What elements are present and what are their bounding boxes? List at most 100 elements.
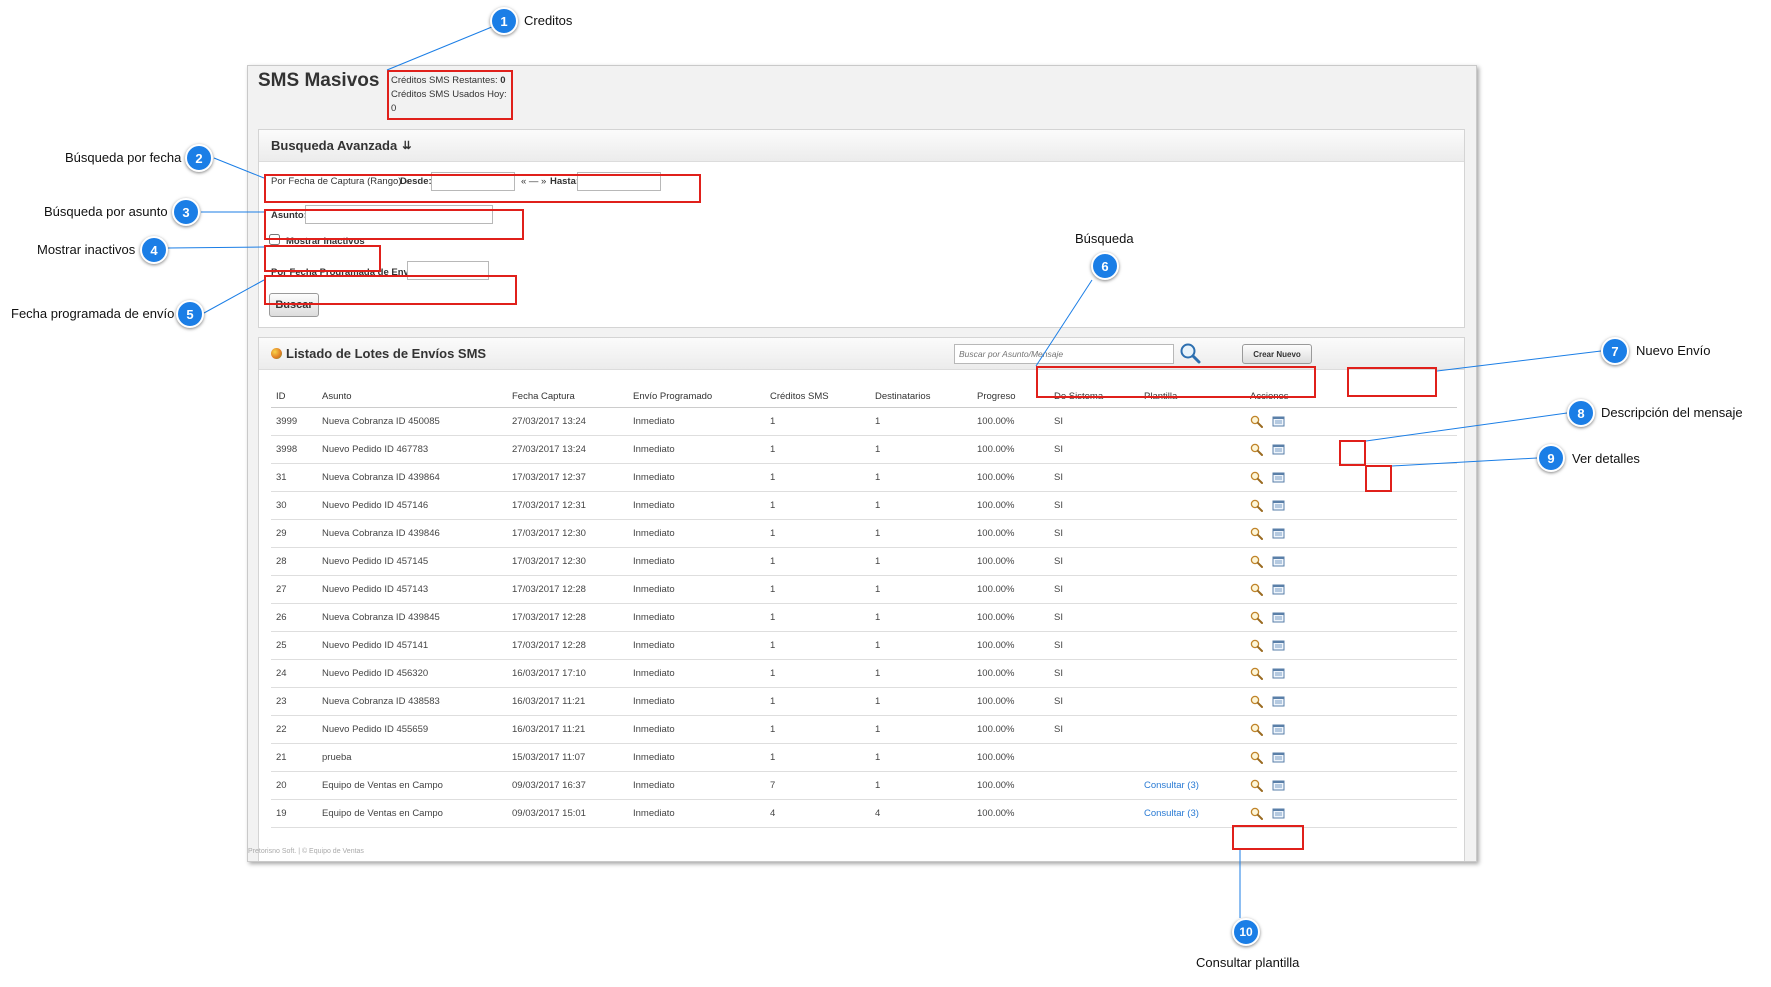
table-row[interactable]: 23 Nueva Cobranza ID 438583 16/03/2017 11:… <box>271 687 1457 716</box>
view-details-icon[interactable] <box>1272 555 1285 568</box>
row-capture-date: 17/03/2017 12:28 <box>507 575 628 604</box>
annotation-badge-3: 3 <box>172 198 200 226</box>
row-system: SI <box>1049 463 1139 492</box>
view-details-icon[interactable] <box>1272 723 1285 736</box>
view-details-icon[interactable] <box>1272 583 1285 596</box>
row-capture-date: 17/03/2017 12:30 <box>507 547 628 576</box>
table-row[interactable]: 26 Nueva Cobranza ID 439845 17/03/2017 12:… <box>271 603 1457 632</box>
table-row[interactable]: 27 Nuevo Pedido ID 457143 17/03/2017 12:28… <box>271 575 1457 604</box>
view-details-icon[interactable] <box>1272 471 1285 484</box>
view-details-icon[interactable] <box>1272 415 1285 428</box>
col-recipients[interactable]: Destinatarios <box>870 385 972 408</box>
view-description-icon[interactable] <box>1250 639 1263 652</box>
row-scheduled: Inmediato <box>628 491 765 520</box>
row-subject: Nueva Cobranza ID 438583 <box>317 687 507 716</box>
view-description-icon[interactable] <box>1250 779 1263 792</box>
row-subject: Nueva Cobranza ID 450085 <box>317 407 507 436</box>
view-details-icon[interactable] <box>1272 751 1285 764</box>
row-credits: 1 <box>765 715 870 744</box>
col-id[interactable]: ID <box>271 385 317 408</box>
row-actions <box>1245 407 1457 436</box>
view-description-icon[interactable] <box>1250 471 1263 484</box>
row-actions <box>1245 743 1457 772</box>
subject-message-search-input[interactable] <box>954 344 1174 364</box>
annotation-label-2: Búsqueda por fecha <box>65 150 182 165</box>
row-capture-date: 17/03/2017 12:37 <box>507 463 628 492</box>
row-credits: 1 <box>765 743 870 772</box>
row-subject: Equipo de Ventas en Campo <box>317 799 507 828</box>
view-details-icon[interactable] <box>1272 443 1285 456</box>
row-recipients: 1 <box>870 659 972 688</box>
create-new-button[interactable]: Crear Nuevo <box>1242 344 1312 364</box>
view-description-icon[interactable] <box>1250 415 1263 428</box>
row-subject: Equipo de Ventas en Campo <box>317 771 507 800</box>
row-progress: 100.00% <box>972 743 1049 772</box>
view-details-icon[interactable] <box>1272 779 1285 792</box>
view-description-icon[interactable] <box>1250 527 1263 540</box>
table-row[interactable]: 3999 Nueva Cobranza ID 450085 27/03/2017 1… <box>271 407 1457 436</box>
view-description-icon[interactable] <box>1250 807 1263 820</box>
table-row[interactable]: 24 Nuevo Pedido ID 456320 16/03/2017 17:10… <box>271 659 1457 688</box>
row-system: SI <box>1049 575 1139 604</box>
row-capture-date: 27/03/2017 13:24 <box>507 407 628 436</box>
table-row[interactable]: 29 Nueva Cobranza ID 439846 17/03/2017 12:… <box>271 519 1457 548</box>
row-system: SI <box>1049 547 1139 576</box>
row-system <box>1049 771 1139 800</box>
table-row[interactable]: 22 Nuevo Pedido ID 455659 16/03/2017 11:21… <box>271 715 1457 744</box>
row-actions <box>1245 491 1457 520</box>
table-row[interactable]: 28 Nuevo Pedido ID 457145 17/03/2017 12:30… <box>271 547 1457 576</box>
col-scheduled[interactable]: Envío Programado <box>628 385 765 408</box>
view-description-icon[interactable] <box>1250 611 1263 624</box>
row-credits: 1 <box>765 435 870 464</box>
view-description-icon[interactable] <box>1250 667 1263 680</box>
row-subject: prueba <box>317 743 507 772</box>
col-capture-date[interactable]: Fecha Captura <box>507 385 628 408</box>
table-row[interactable]: 19 Equipo de Ventas en Campo 09/03/2017 15… <box>271 799 1457 828</box>
row-template <box>1139 659 1245 688</box>
row-template <box>1139 463 1245 492</box>
advanced-search-header[interactable]: Busqueda Avanzada ⇊ <box>259 130 1464 162</box>
table-row[interactable]: 20 Equipo de Ventas en Campo 09/03/2017 16… <box>271 771 1457 800</box>
view-details-icon[interactable] <box>1272 499 1285 512</box>
view-details-icon[interactable] <box>1272 527 1285 540</box>
view-details-icon[interactable] <box>1272 639 1285 652</box>
view-details-icon[interactable] <box>1272 667 1285 680</box>
row-actions <box>1245 659 1457 688</box>
consult-template-link[interactable]: Consultar (3) <box>1144 808 1199 819</box>
table-row[interactable]: 25 Nuevo Pedido ID 457141 17/03/2017 12:28… <box>271 631 1457 660</box>
table-row[interactable]: 3998 Nuevo Pedido ID 467783 27/03/2017 13:… <box>271 435 1457 464</box>
row-credits: 1 <box>765 631 870 660</box>
row-recipients: 1 <box>870 631 972 660</box>
row-credits: 1 <box>765 575 870 604</box>
view-description-icon[interactable] <box>1250 695 1263 708</box>
view-description-icon[interactable] <box>1250 499 1263 512</box>
table-row[interactable]: 30 Nuevo Pedido ID 457146 17/03/2017 12:31… <box>271 491 1457 520</box>
magnifier-icon[interactable] <box>1179 342 1201 364</box>
view-details-icon[interactable] <box>1272 807 1285 820</box>
row-capture-date: 09/03/2017 16:37 <box>507 771 628 800</box>
view-details-icon[interactable] <box>1272 695 1285 708</box>
row-scheduled: Inmediato <box>628 463 765 492</box>
row-credits: 1 <box>765 463 870 492</box>
highlight-date-range <box>264 174 701 203</box>
col-credits[interactable]: Créditos SMS <box>765 385 870 408</box>
view-description-icon[interactable] <box>1250 751 1263 764</box>
row-recipients: 1 <box>870 687 972 716</box>
view-description-icon[interactable] <box>1250 583 1263 596</box>
consult-template-link[interactable]: Consultar (3) <box>1144 780 1199 791</box>
view-description-icon[interactable] <box>1250 555 1263 568</box>
row-system: SI <box>1049 491 1139 520</box>
view-details-icon[interactable] <box>1272 611 1285 624</box>
table-row[interactable]: 31 Nueva Cobranza ID 439864 17/03/2017 12:… <box>271 463 1457 492</box>
row-actions <box>1245 519 1457 548</box>
row-subject: Nuevo Pedido ID 457145 <box>317 547 507 576</box>
table-row[interactable]: 21 prueba 15/03/2017 11:07 Inmediato 1 1 100.0… <box>271 743 1457 772</box>
view-description-icon[interactable] <box>1250 723 1263 736</box>
col-subject[interactable]: Asunto <box>317 385 507 408</box>
view-description-icon[interactable] <box>1250 443 1263 456</box>
highlight-create-new <box>1347 367 1437 397</box>
row-capture-date: 27/03/2017 13:24 <box>507 435 628 464</box>
row-recipients: 1 <box>870 547 972 576</box>
row-id: 21 <box>271 743 317 772</box>
row-system: SI <box>1049 603 1139 632</box>
